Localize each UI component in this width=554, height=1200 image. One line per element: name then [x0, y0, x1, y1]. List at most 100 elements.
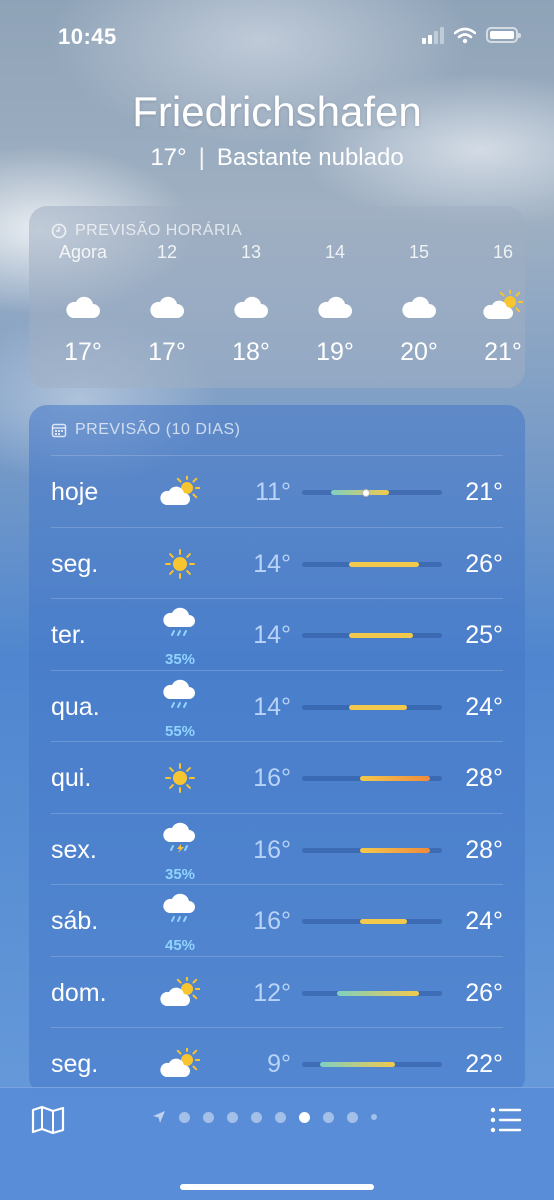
precip-chance: 45% — [164, 937, 196, 954]
status-bar: 10:45 — [0, 22, 554, 52]
high-temp: 21° — [465, 478, 503, 506]
temp-range-fill — [331, 490, 390, 495]
daily-row[interactable]: seg. 14° 26° — [51, 526, 503, 599]
day-name: ter. — [51, 621, 86, 649]
page-dot-active — [299, 1111, 310, 1123]
daily-row[interactable]: qui. 16° 28° — [51, 741, 503, 813]
page-dot — [347, 1111, 358, 1123]
day-name: sáb. — [51, 907, 99, 935]
cloud-icon — [132, 290, 202, 322]
rain-cloud-icon — [159, 607, 201, 639]
location-arrow-icon — [153, 1111, 165, 1123]
hourly-time: 14 — [324, 242, 346, 262]
page-dot — [251, 1111, 262, 1123]
home-indicator[interactable] — [180, 1184, 374, 1190]
cloud-icon — [384, 290, 454, 322]
hourly-time: 12 — [156, 242, 178, 262]
bottom-toolbar — [0, 1087, 554, 1200]
partly-sunny-icon — [159, 976, 201, 1009]
low-temp: 16° — [253, 835, 291, 864]
page-dot — [203, 1111, 214, 1123]
cloud-icon — [48, 290, 118, 322]
day-name: hoje — [51, 478, 99, 506]
page-dot — [323, 1111, 334, 1123]
page-dot — [227, 1111, 238, 1123]
high-temp: 28° — [465, 764, 503, 792]
hourly-temp: 18° — [232, 338, 270, 366]
temp-range-bar — [302, 633, 442, 638]
daily-row[interactable]: seg. 9° 22° — [51, 1027, 503, 1095]
hourly-temp: 21° — [484, 338, 522, 366]
partly-sunny-icon — [159, 1048, 201, 1080]
hourly-temp: 19° — [316, 338, 354, 366]
daily-row[interactable]: sáb. 45% 16° 24° — [51, 884, 503, 956]
status-time: 10:45 — [58, 24, 117, 49]
clock-icon — [51, 223, 67, 239]
thunderstorm-icon — [159, 822, 201, 854]
temp-range-fill — [348, 633, 413, 638]
temp-range-fill — [348, 704, 407, 710]
current-summary: 17° | Bastante nublado — [0, 144, 554, 172]
hourly-time: 13 — [240, 242, 262, 262]
daily-forecast-card[interactable]: PREVISÃO (10 DIAS) hoje 11° 21° seg. 14° 26° t… — [29, 405, 525, 1095]
rain-cloud-icon — [159, 893, 201, 925]
wifi-icon — [454, 27, 476, 43]
summary-separator: | — [198, 144, 205, 171]
daily-row[interactable]: hoje 11° 21° — [51, 455, 503, 527]
temp-range-fill — [348, 561, 419, 567]
page-dot — [275, 1111, 286, 1123]
day-name: qua. — [51, 692, 100, 721]
high-temp: 26° — [465, 978, 503, 1007]
page-dot — [179, 1111, 190, 1123]
hourly-time: 15 — [408, 242, 430, 262]
cloud-icon — [216, 290, 286, 322]
day-name: seg. — [51, 1050, 99, 1078]
hourly-time: 16 — [492, 242, 514, 262]
precip-chance: 35% — [164, 651, 196, 668]
current-temperature: 17° — [150, 144, 187, 171]
current-temp-marker — [362, 488, 371, 497]
low-temp: 16° — [253, 907, 291, 935]
temp-range-fill — [360, 919, 407, 924]
daily-row[interactable]: ter. 35% 14° 25° — [51, 598, 503, 670]
temp-range-fill — [337, 990, 419, 996]
map-button[interactable] — [30, 1104, 66, 1136]
day-name: sex. — [51, 835, 97, 864]
temp-range-bar — [302, 990, 442, 996]
partly-sunny-icon — [159, 476, 201, 508]
temp-range-bar — [302, 776, 442, 781]
hourly-forecast-card[interactable]: PREVISÃO HORÁRIA Agora 17° 12 17° 13 18° 14 19°… — [29, 206, 525, 388]
temp-range-bar — [302, 488, 442, 497]
daily-row[interactable]: qua. 55% 14° 24° — [51, 669, 503, 742]
cloud-icon — [300, 290, 370, 322]
hourly-time: Agora — [58, 242, 108, 262]
low-temp: 14° — [253, 621, 291, 649]
day-name: seg. — [51, 549, 99, 578]
page-dot — [371, 1114, 377, 1120]
temp-range-bar — [302, 919, 442, 924]
list-icon — [490, 1107, 522, 1133]
calendar-icon — [51, 423, 67, 438]
high-temp: 22° — [465, 1050, 503, 1078]
daily-row[interactable]: sex. 35% 16° 28° — [51, 812, 503, 885]
hourly-list[interactable]: Agora 17° 12 17° 13 18° 14 19° 15 20° 16 21° — [29, 242, 525, 380]
city-list-button[interactable] — [488, 1104, 524, 1136]
high-temp: 25° — [465, 621, 503, 649]
precip-chance: 35% — [164, 865, 196, 883]
hourly-temp: 17° — [148, 338, 186, 366]
low-temp: 14° — [253, 692, 291, 721]
hourly-header: PREVISÃO HORÁRIA — [75, 222, 243, 239]
partly-sunny-icon — [468, 290, 525, 322]
day-name: qui. — [51, 764, 92, 792]
low-temp: 9° — [267, 1050, 291, 1078]
page-indicator[interactable] — [152, 1110, 377, 1124]
temp-range-bar — [302, 847, 442, 853]
day-name: dom. — [51, 978, 107, 1007]
high-temp: 26° — [465, 549, 503, 578]
sun-icon — [159, 762, 201, 794]
high-temp: 24° — [465, 692, 503, 721]
temp-range-fill — [360, 847, 431, 853]
rain-cloud-icon — [159, 679, 201, 711]
daily-row[interactable]: dom. 12° 26° — [51, 955, 503, 1028]
current-condition: Bastante nublado — [216, 144, 404, 171]
